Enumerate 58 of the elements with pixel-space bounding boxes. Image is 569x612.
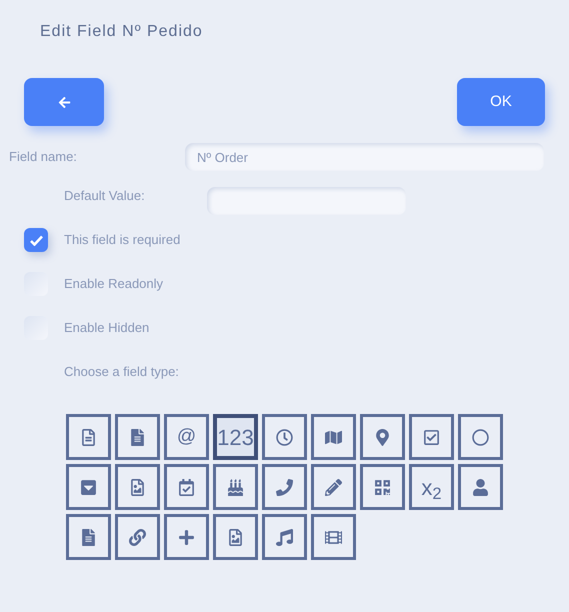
- field-type-button[interactable]: x$_{2}$: [409, 464, 454, 510]
- field-name-input[interactable]: Nº Order: [185, 143, 544, 171]
- field-type-button[interactable]: [213, 514, 258, 560]
- field-type-button[interactable]: [311, 464, 356, 510]
- phone-icon: [276, 478, 293, 496]
- document-icon: [80, 428, 97, 446]
- field-type-button[interactable]: [164, 514, 209, 560]
- field-type-button[interactable]: [115, 464, 160, 510]
- music-note-icon: [276, 528, 293, 546]
- field-type-button[interactable]: [262, 514, 307, 560]
- field-type-button[interactable]: @: [164, 414, 209, 460]
- location-pin-icon: [374, 428, 391, 446]
- user-icon: [472, 478, 489, 496]
- field-type-button[interactable]: 123: [213, 414, 258, 460]
- clock-icon: [276, 428, 293, 446]
- option-label: Enable Readonly: [64, 275, 164, 294]
- field-type-button[interactable]: [311, 514, 356, 560]
- option-label: Enable Hidden: [64, 319, 150, 338]
- image-file-icon: [227, 528, 244, 546]
- default-value-label: Default Value:: [64, 187, 146, 205]
- pencil-icon: [325, 478, 342, 496]
- back-button[interactable]: [24, 78, 104, 126]
- checkbox-icon: [423, 428, 440, 446]
- field-name-label: Field name:: [9, 148, 78, 166]
- arrow-left-icon: [58, 96, 70, 108]
- field-type-button[interactable]: [360, 464, 405, 510]
- checkmark-icon: [30, 234, 42, 246]
- field-type-prompt: Choose a field type:: [64, 364, 179, 379]
- default-value-input[interactable]: [207, 187, 406, 215]
- cake-icon: [227, 478, 244, 496]
- map-icon: [325, 428, 342, 446]
- plus-icon: [178, 528, 195, 546]
- field-type-button[interactable]: [458, 414, 503, 460]
- link-icon: [129, 528, 146, 546]
- field-type-button[interactable]: [164, 464, 209, 510]
- dropdown-icon: [80, 478, 97, 496]
- image-file-icon: [129, 478, 146, 496]
- field-type-button[interactable]: [262, 414, 307, 460]
- checkbox[interactable]: [24, 228, 48, 252]
- field-type-button[interactable]: [360, 414, 405, 460]
- field-type-button[interactable]: [66, 514, 111, 560]
- field-type-button[interactable]: [262, 464, 307, 510]
- document-icon: [129, 428, 146, 446]
- field-type-button[interactable]: [409, 414, 454, 460]
- field-type-button[interactable]: [311, 414, 356, 460]
- calendar-icon: [178, 478, 195, 496]
- ok-button[interactable]: OK: [457, 78, 545, 126]
- field-type-button[interactable]: [66, 464, 111, 510]
- field-type-button[interactable]: [115, 414, 160, 460]
- page-title: Edit Field Nº Pedido: [40, 23, 203, 40]
- field-type-button[interactable]: [115, 514, 160, 560]
- document-icon: [80, 528, 97, 546]
- qr-code-icon: [374, 478, 391, 496]
- field-type-button[interactable]: [66, 414, 111, 460]
- option-label: This field is required: [64, 231, 180, 250]
- film-icon: [325, 528, 342, 546]
- field-type-button[interactable]: [213, 464, 258, 510]
- field-type-button[interactable]: [458, 464, 503, 510]
